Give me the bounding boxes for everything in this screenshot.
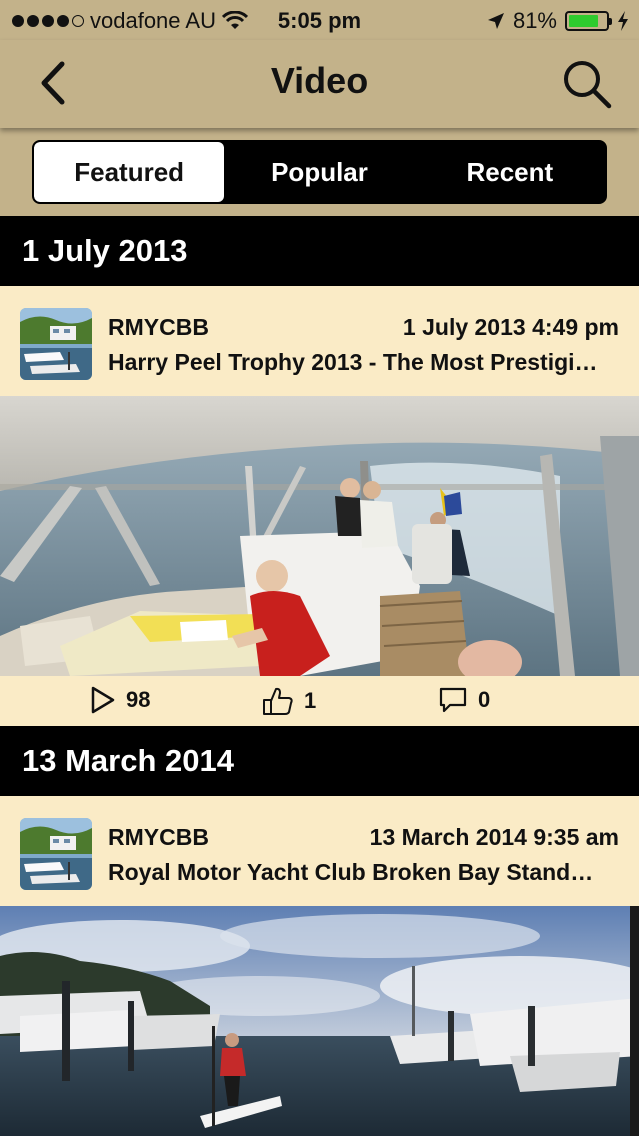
thumbs-up-icon	[263, 687, 293, 715]
section-date-header: 1 July 2013	[0, 216, 639, 286]
status-right: 81%	[487, 8, 629, 34]
video-meta-row[interactable]: RMYCBB 1 July 2013 4:49 pm Harry Peel Tr…	[0, 286, 639, 396]
location-arrow-icon	[487, 13, 504, 29]
tab-recent[interactable]: Recent	[415, 142, 605, 202]
segmented-control: Featured Popular Recent	[32, 140, 607, 204]
search-icon	[564, 61, 612, 109]
tab-featured[interactable]: Featured	[34, 142, 225, 202]
comments-stat[interactable]: 0	[438, 686, 490, 714]
posted-datetime: 1 July 2013 4:49 pm	[402, 314, 619, 340]
views-count: 98	[126, 687, 151, 712]
battery-icon	[565, 11, 612, 31]
likes-stat[interactable]: 1	[262, 686, 316, 716]
posted-datetime: 13 March 2014 9:35 am	[369, 824, 619, 850]
video-title: Harry Peel Trophy 2013 - The Most Presti…	[108, 349, 598, 375]
search-button[interactable]	[559, 56, 615, 112]
likes-count: 1	[304, 688, 317, 713]
channel-name: RMYCBB	[108, 824, 209, 850]
video-meta-row[interactable]: RMYCBB 13 March 2014 9:35 am Royal Motor…	[0, 796, 639, 906]
status-bar: vodafone AU 5:05 pm 81%	[0, 0, 639, 40]
section-date-header: 13 March 2014	[0, 726, 639, 796]
page-title: Video	[270, 60, 369, 101]
channel-name: RMYCBB	[108, 314, 209, 340]
comment-bubble-icon	[439, 687, 467, 713]
video-thumbnail[interactable]	[0, 906, 639, 1136]
tab-popular[interactable]: Popular	[224, 142, 414, 202]
charging-bolt-icon	[618, 11, 628, 31]
channel-avatar	[20, 308, 92, 380]
battery-fill	[569, 15, 599, 27]
play-icon	[91, 686, 115, 714]
channel-avatar	[20, 818, 92, 890]
video-stats-row: 98 1 0	[0, 676, 639, 726]
views-stat[interactable]: 98	[90, 686, 150, 714]
tab-bar-container: Featured Popular Recent	[0, 128, 639, 216]
video-title: Royal Motor Yacht Club Broken Bay Stand…	[108, 859, 594, 885]
video-thumbnail[interactable]	[0, 396, 639, 676]
navigation-bar: Video	[0, 40, 639, 128]
comments-count: 0	[478, 687, 491, 712]
battery-percent: 81%	[512, 8, 557, 33]
